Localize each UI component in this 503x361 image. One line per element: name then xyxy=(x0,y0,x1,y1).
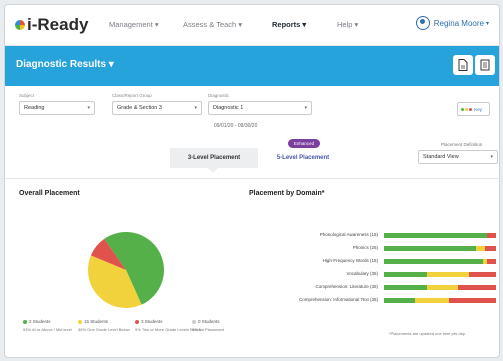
page-banner: Diagnostic Results ▾ xyxy=(5,46,499,86)
domain-bar[interactable] xyxy=(384,259,496,264)
footnote: *Placements are updated one time per day… xyxy=(389,331,466,336)
overall-placement-title: Overall Placement xyxy=(19,190,80,197)
domain-bar-segment xyxy=(384,272,427,277)
legend-dot xyxy=(135,319,139,324)
domain-bar[interactable] xyxy=(384,298,496,303)
user-icon xyxy=(415,16,430,30)
domain-bar-segment xyxy=(487,233,496,238)
domain-bar[interactable] xyxy=(384,272,496,277)
domain-label: High-Frequency Words (15) xyxy=(322,258,378,263)
placement-definition-select[interactable]: Standard View ▾ xyxy=(418,150,498,164)
legend-count: 3 Students xyxy=(141,319,163,324)
domain-label: Comprehension: Literature (35) xyxy=(315,284,378,289)
domain-bar-segment xyxy=(384,246,476,251)
chevron-down-icon: ▾ xyxy=(304,105,307,111)
domain-label: Vocabulary (35) xyxy=(346,271,378,276)
key-button[interactable]: Key xyxy=(457,102,490,116)
app-window: i-Ready Management ▾ Assess & Teach ▾ Re… xyxy=(4,4,500,358)
export-pdf-button[interactable] xyxy=(453,55,473,75)
group-select[interactable]: Grade & Section 3 ▾ xyxy=(112,101,202,115)
domain-bar-segment xyxy=(415,298,449,303)
domain-bar-segment xyxy=(426,285,458,290)
domain-bar[interactable] xyxy=(384,246,496,251)
chevron-down-icon: ▾ xyxy=(87,105,90,111)
user-menu[interactable]: Regina Moore ▾ xyxy=(415,16,489,30)
domain-bar-segment xyxy=(426,272,470,277)
legend-detail: 0% No Placement xyxy=(192,327,225,332)
subject-select[interactable]: Reading ▾ xyxy=(19,101,95,115)
domain-label: Phonological Awareness (15) xyxy=(319,232,378,237)
tab-5-level-placement[interactable]: 5-Level Placement xyxy=(258,148,348,168)
page-title[interactable]: Diagnostic Results ▾ xyxy=(16,59,114,70)
print-icon xyxy=(480,59,490,71)
domain-bar-segment xyxy=(384,285,427,290)
subject-label: Subject xyxy=(19,93,35,98)
domain-label: Comprehension: Informational Text (35) xyxy=(299,297,378,302)
domain-label: Phonics (25) xyxy=(352,245,378,250)
diagnostic-select[interactable]: Diagnostic 1 ▾ xyxy=(208,101,312,115)
legend-detail: 38% One Grade Level Below xyxy=(78,327,130,332)
legend-count: 2 Students xyxy=(29,319,51,324)
domain-bar-segment xyxy=(484,246,496,251)
legend-detail: 53% At or Above / Mid level xyxy=(23,327,72,332)
domain-placement-title: Placement by Domain* xyxy=(249,190,325,197)
legend-dot xyxy=(23,319,27,324)
placement-definition-label: Placement Definition xyxy=(441,142,483,147)
domain-bar-segment xyxy=(469,272,496,277)
iready-logo[interactable]: i-Ready xyxy=(15,15,88,35)
nav-assess-teach[interactable]: Assess & Teach ▾ xyxy=(183,20,242,29)
legend-dot xyxy=(192,319,196,324)
top-navigation: i-Ready Management ▾ Assess & Teach ▾ Re… xyxy=(5,5,499,46)
domain-bar-segment xyxy=(384,233,488,238)
legend-item: 2 Students 53% At or Above / Mid level xyxy=(23,319,72,332)
domain-bar[interactable] xyxy=(384,285,496,290)
domain-bar[interactable] xyxy=(384,233,496,238)
legend-dot xyxy=(78,319,82,324)
nav-help[interactable]: Help ▾ xyxy=(337,20,358,29)
legend-item: 0 Students 0% No Placement xyxy=(192,319,224,332)
domain-bar-segment xyxy=(487,259,496,264)
legend-item: 15 Students 38% One Grade Level Below xyxy=(78,319,130,332)
domain-bar-segment xyxy=(457,285,496,290)
overall-placement-pie xyxy=(87,232,164,308)
document-icon xyxy=(458,59,468,71)
diagnostic-label: Diagnostic xyxy=(208,93,230,98)
divider xyxy=(5,178,499,179)
print-button[interactable] xyxy=(475,55,495,75)
domain-bar-segment xyxy=(448,298,496,303)
chevron-down-icon: ▾ xyxy=(194,105,197,111)
domain-bar-segment xyxy=(475,246,485,251)
user-name: Regina Moore xyxy=(433,18,484,28)
tab-3-level-placement[interactable]: 3-Level Placement xyxy=(170,148,258,168)
active-tab-indicator xyxy=(208,168,218,173)
logo-text: i-Ready xyxy=(27,15,89,34)
date-range: 09/01/20 - 09/30/20 xyxy=(214,123,258,129)
legend-count: 15 Students xyxy=(84,319,109,324)
domain-bar-segment xyxy=(384,298,416,303)
nav-reports[interactable]: Reports ▾ xyxy=(272,20,306,29)
nav-management[interactable]: Management ▾ xyxy=(109,20,159,29)
group-label: Class/Report Group xyxy=(112,93,152,98)
enhanced-badge: Enhanced xyxy=(288,139,320,148)
domain-bar-segment xyxy=(384,259,483,264)
logo-mark-icon xyxy=(15,20,25,30)
chevron-down-icon: ▾ xyxy=(485,20,489,27)
legend-count: 0 Students xyxy=(198,319,220,324)
chevron-down-icon: ▾ xyxy=(490,154,493,160)
